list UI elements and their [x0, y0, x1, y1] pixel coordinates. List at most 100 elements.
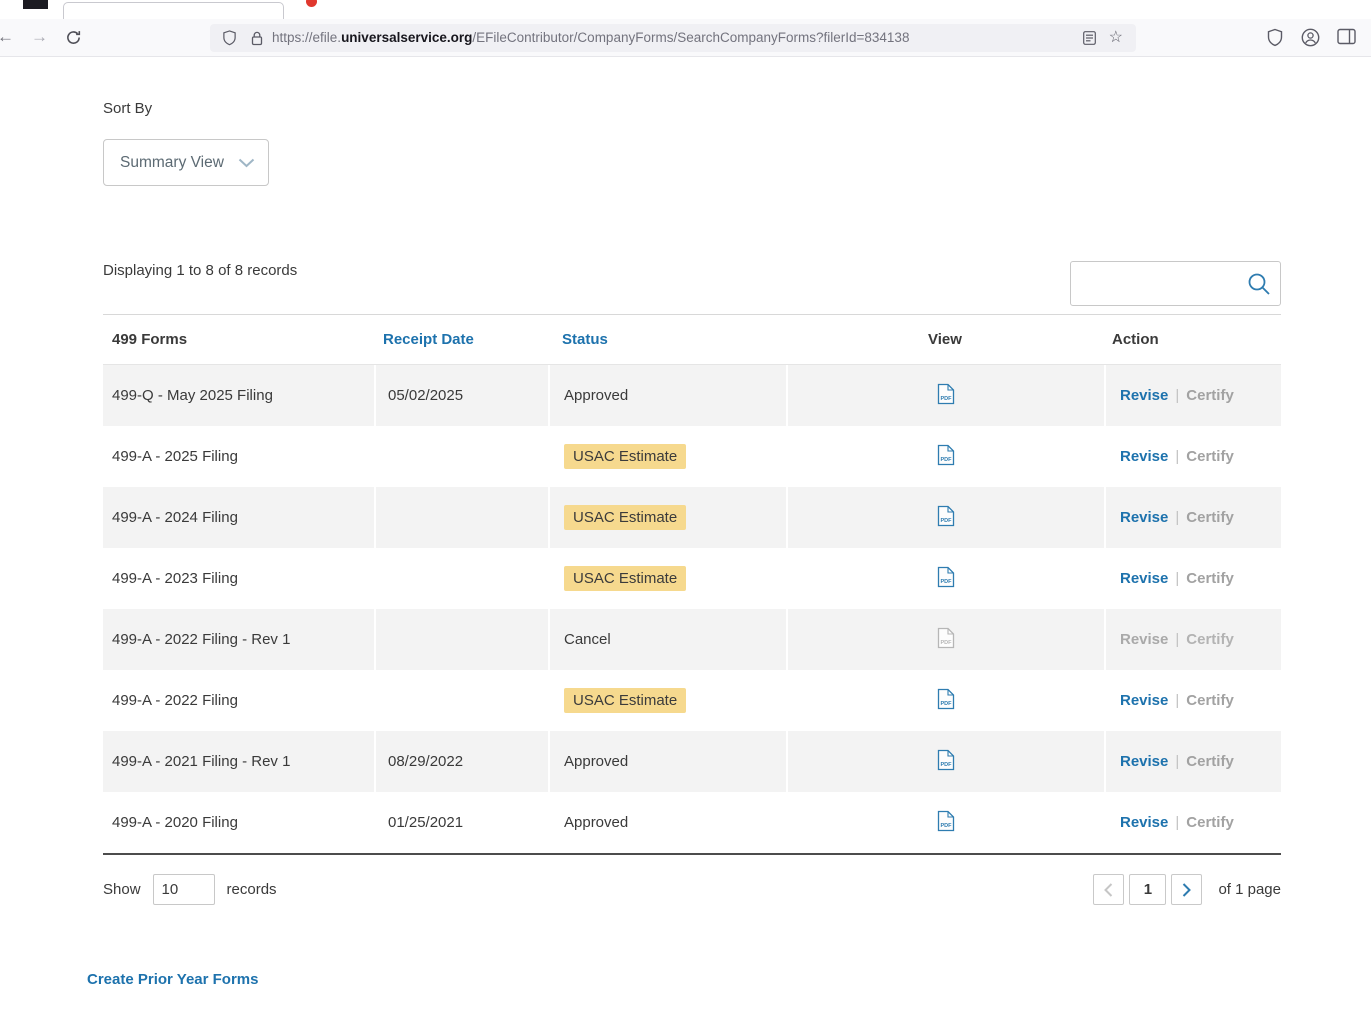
pdf-icon[interactable]: PDF — [937, 810, 955, 836]
status-estimate-badge: USAC Estimate — [564, 566, 686, 591]
status-cell: Cancel — [548, 609, 786, 670]
next-page-button[interactable] — [1171, 874, 1202, 905]
page-count-label: of 1 page — [1218, 881, 1281, 898]
status-cell: Approved — [548, 792, 786, 853]
url-bar[interactable]: https://efile.universalservice.org/EFile… — [210, 24, 1136, 52]
revise-link[interactable]: Revise — [1120, 814, 1168, 831]
status-cell: USAC Estimate — [548, 426, 786, 487]
action-separator: | — [1175, 753, 1179, 770]
receipt-date-cell: 08/29/2022 — [374, 731, 548, 792]
pdf-icon[interactable]: PDF — [937, 566, 955, 592]
revise-link: Revise — [1120, 631, 1168, 648]
header-action: Action — [1104, 314, 1281, 365]
bookmark-star-icon[interactable]: ☆ — [1109, 27, 1123, 47]
certify-link: Certify — [1186, 814, 1234, 831]
form-name-cell: 499-A - 2023 Filing — [103, 548, 374, 609]
reload-icon — [66, 30, 81, 45]
records-summary: Displaying 1 to 8 of 8 records — [103, 262, 297, 279]
page-size-input[interactable] — [153, 874, 215, 905]
lock-icon[interactable] — [251, 31, 263, 51]
search-icon[interactable] — [1246, 271, 1272, 297]
url-path: /EFileContributor/CompanyForms/SearchCom… — [472, 30, 909, 45]
sidebar-icon[interactable] — [1337, 28, 1356, 50]
action-cell: Revise | Certify — [1104, 426, 1281, 487]
view-cell: PDF — [786, 365, 1104, 426]
table-header-row: 499 Forms Receipt Date Status View Actio… — [103, 314, 1281, 365]
action-separator: | — [1175, 692, 1179, 709]
revise-link[interactable]: Revise — [1120, 448, 1168, 465]
svg-text:PDF: PDF — [941, 640, 953, 646]
chevron-left-icon — [1104, 883, 1113, 897]
action-separator: | — [1175, 448, 1179, 465]
action-separator: | — [1175, 814, 1179, 831]
revise-link[interactable]: Revise — [1120, 753, 1168, 770]
records-label: records — [227, 881, 277, 898]
table-row: 499-A - 2020 Filing01/25/2021ApprovedPDF… — [103, 792, 1281, 853]
status-cell: USAC Estimate — [548, 487, 786, 548]
back-button[interactable]: ← — [0, 27, 14, 47]
account-icon[interactable] — [1301, 28, 1320, 52]
form-name-cell: 499-Q - May 2025 Filing — [103, 365, 374, 426]
status-estimate-badge: USAC Estimate — [564, 505, 686, 530]
header-view: View — [786, 314, 1104, 365]
action-cell: Revise | Certify — [1104, 670, 1281, 731]
current-page[interactable]: 1 — [1129, 874, 1166, 905]
pdf-icon[interactable]: PDF — [937, 383, 955, 409]
url-subdomain: efile. — [313, 30, 342, 45]
action-separator: | — [1175, 570, 1179, 587]
summary-view-dropdown[interactable]: Summary View — [103, 139, 269, 186]
form-name-cell: 499-A - 2025 Filing — [103, 426, 374, 487]
action-cell: Revise | Certify — [1104, 792, 1281, 853]
tab-strip-fragment — [23, 0, 48, 9]
certify-link: Certify — [1186, 387, 1234, 404]
forward-button[interactable]: → — [31, 27, 48, 47]
svg-text:PDF: PDF — [941, 579, 953, 585]
header-status-sort[interactable]: Status — [548, 314, 786, 365]
table-row: 499-A - 2021 Filing - Rev 108/29/2022App… — [103, 731, 1281, 792]
tab-bar — [0, 0, 1371, 19]
create-prior-year-forms-link[interactable]: Create Prior Year Forms — [87, 971, 258, 988]
action-separator: | — [1175, 387, 1179, 404]
url-domain: universalservice.org — [341, 30, 472, 45]
revise-link[interactable]: Revise — [1120, 570, 1168, 587]
pdf-icon[interactable]: PDF — [937, 444, 955, 470]
receipt-date-cell — [374, 426, 548, 487]
url-text: https://efile.universalservice.org/EFile… — [272, 30, 909, 45]
revise-link[interactable]: Revise — [1120, 387, 1168, 404]
table-row: 499-A - 2022 FilingUSAC EstimatePDFRevis… — [103, 670, 1281, 731]
svg-text:PDF: PDF — [941, 518, 953, 524]
view-cell: PDF — [786, 792, 1104, 853]
pdf-icon[interactable]: PDF — [937, 505, 955, 531]
svg-text:PDF: PDF — [941, 762, 953, 768]
revise-link[interactable]: Revise — [1120, 509, 1168, 526]
action-cell: Revise | Certify — [1104, 548, 1281, 609]
revise-link[interactable]: Revise — [1120, 692, 1168, 709]
table-row: 499-Q - May 2025 Filing05/02/2025Approve… — [103, 365, 1281, 426]
action-separator: | — [1175, 509, 1179, 526]
status-estimate-badge: USAC Estimate — [564, 688, 686, 713]
pdf-icon[interactable]: PDF — [937, 749, 955, 775]
browser-chrome: ← → https://efile.universalservice.org/E… — [0, 0, 1371, 57]
form-name-cell: 499-A - 2021 Filing - Rev 1 — [103, 731, 374, 792]
table-footer: Show records 1 of 1 page — [103, 874, 1281, 905]
pdf-icon: PDF — [937, 627, 955, 653]
action-cell: Revise|Certify — [1104, 487, 1281, 548]
shield-icon[interactable] — [1266, 28, 1284, 52]
view-cell: PDF — [786, 609, 1104, 670]
pdf-icon[interactable]: PDF — [937, 688, 955, 714]
reader-view-icon[interactable] — [1083, 31, 1096, 50]
receipt-date-cell — [374, 548, 548, 609]
active-tab[interactable] — [63, 2, 284, 19]
certify-link: Certify — [1186, 570, 1234, 587]
reload-button[interactable] — [66, 30, 81, 50]
status-cell: Approved — [548, 365, 786, 426]
certify-link: Certify — [1186, 692, 1234, 709]
receipt-date-cell: 05/02/2025 — [374, 365, 548, 426]
receipt-date-cell — [374, 609, 548, 670]
header-receipt-date-sort[interactable]: Receipt Date — [374, 314, 548, 365]
prev-page-button[interactable] — [1093, 874, 1124, 905]
certify-link: Certify — [1186, 448, 1234, 465]
status-cell: Approved — [548, 731, 786, 792]
tracking-protection-shield-icon[interactable] — [222, 30, 237, 51]
page-size-control: Show records — [103, 874, 277, 905]
